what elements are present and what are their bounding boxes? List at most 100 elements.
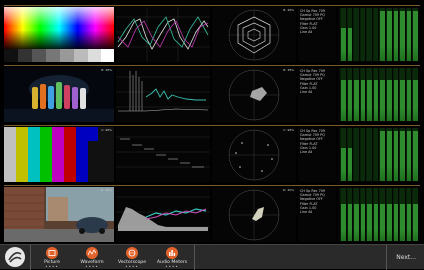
audio-meters-button[interactable]: Audio Meters •••• [152,245,192,270]
audio-level-fill [341,203,346,241]
audio-level-meter [340,68,346,121]
audio-level-meter [359,8,366,61]
audio-level-meter [412,188,418,241]
audio-level-meter [399,128,405,181]
app-logo-icon[interactable] [5,247,25,267]
audio-level-fill [347,148,353,181]
audio-level-fill [406,79,412,121]
audio-level-meter [386,128,392,181]
signal-info-line: Line All [300,210,313,215]
audio-level-fill [393,203,399,241]
audio-level-fill [387,10,392,61]
audio-meters[interactable] [338,67,420,122]
picture-icon [46,247,58,259]
audio-level-meter [412,68,418,121]
audio-level-meter [399,188,405,241]
picture-preview[interactable]: D: 40% [4,187,114,242]
audio-level-fill [380,79,386,121]
audio-meters[interactable] [338,127,420,182]
audio-level-fill [413,79,418,121]
vectorscope[interactable]: C: 98% [212,127,296,182]
vectorscope[interactable]: B: 46% [212,7,296,62]
meter-group [338,7,420,62]
audio-level-meter [340,188,346,241]
waveform-button[interactable]: Waveform •••• [72,245,112,270]
audio-level-meter [372,128,379,181]
waveform-trace [116,136,210,168]
picture-preview[interactable]: B: 38% [4,67,114,122]
audio-level-meter [405,68,412,121]
audio-meters-button-dots: •••• [165,264,179,269]
audio-meters[interactable] [338,187,420,242]
vectorscope[interactable]: B: 38% [212,67,296,122]
audio-level-meter [405,188,412,241]
audio-level-meter [366,188,372,241]
signal-info-line: Line All [300,150,313,155]
picture-label: C: 98% [101,128,112,132]
vectorscope-graticule [228,9,280,61]
audio-level-fill [393,10,399,61]
picture-label: D: 40% [101,188,112,192]
audio-level-meter [353,8,359,61]
picture-preview[interactable]: C: 98% [4,127,114,182]
audio-level-meter [399,68,405,121]
audio-level-meter [346,68,353,121]
waveform-button-dots: •••• [85,264,99,269]
audio-level-meter [372,188,379,241]
signal-info: CH Sp Rec 709 Gamut 709 PQ Negative OFF Fil… [298,127,336,182]
vectorscope[interactable]: D: 40% [212,187,296,242]
audio-level-fill [347,79,353,121]
waveform-scope[interactable] [116,67,210,122]
audio-level-meter [346,8,353,61]
waveform-scope[interactable] [116,7,210,62]
picture-button[interactable]: Picture •••• [32,245,72,270]
next-button[interactable]: Next... [396,254,416,261]
meter-group [338,67,420,122]
waveform-scope[interactable] [116,187,210,242]
vectorscope-graticule [228,69,280,121]
signal-info: CH Sp Rec 709 Gamut 709 PQ Negative OFF Fil… [298,67,336,122]
audio-level-fill [400,79,405,121]
color-bars-image [4,127,114,182]
vectorscope-graticule [228,189,280,241]
audio-level-fill [380,203,386,241]
divider [30,245,31,270]
channel-row-b: B: 38% B: 38% CH Sp Rec 709 Gamut 709 PQ N… [4,65,420,122]
audio-level-fill [413,203,418,241]
audio-level-fill [413,130,418,181]
audio-level-meter [405,8,412,61]
waveform-trace [116,7,210,62]
vectorscope-button[interactable]: Vectorscope •••• [112,245,152,270]
channel-row-c: C: 98% C: 98% CH Sp Rec 709 Gamut 709 PQ N… [4,125,420,182]
audio-level-meter [346,128,353,181]
audio-level-fill [400,130,405,181]
audio-level-meter [412,128,418,181]
waveform-scope[interactable] [116,127,210,182]
audio-level-meter [372,68,379,121]
vectorscope-button-dots: •••• [125,264,139,269]
color-gradient-image [4,7,114,62]
signal-info-text: CH Sp Rec 709 Gamut 709 PQ Negative OFF Fil… [298,127,336,156]
audio-level-fill [393,79,399,121]
audio-level-fill [387,130,392,181]
audio-level-meter [346,188,353,241]
divider [386,245,387,270]
audio-level-fill [387,79,392,121]
audio-level-meter [392,8,399,61]
audio-level-meter [392,188,399,241]
waveform-icon [86,247,98,259]
audio-level-meter [379,8,386,61]
audio-level-meter [379,128,386,181]
audio-level-fill [373,79,379,121]
audio-level-fill [406,130,412,181]
audio-level-fill [360,203,366,241]
audio-level-meter [392,128,399,181]
audio-level-meter [386,8,392,61]
monitor-grid: B: 46% CH Sp Rec 709 Gamut 709 PQ Negative… [4,5,420,243]
audio-level-fill [367,79,372,121]
picture-preview[interactable] [4,7,114,62]
audio-meters[interactable] [338,7,420,62]
vectorscope-label: B: 38% [283,68,294,72]
audio-level-meter [340,128,346,181]
bottom-toolbar: Picture •••• Waveform •••• Vectorscope •… [0,244,424,270]
